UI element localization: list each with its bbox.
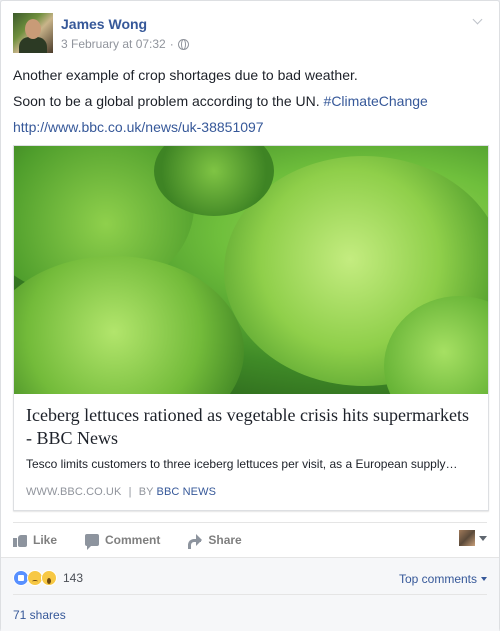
hashtag-link[interactable]: #ClimateChange (324, 93, 428, 109)
post-text-line-2-text: Soon to be a global problem according to… (13, 93, 324, 109)
chevron-down-icon[interactable] (469, 15, 487, 29)
source-separator: | (128, 486, 132, 498)
wow-reaction-icon (41, 570, 57, 586)
lettuce-image[interactable] (14, 146, 488, 394)
link-preview-card[interactable]: Iceberg lettuces rationed as vegetable c… (13, 145, 489, 511)
actions-divider (13, 522, 487, 523)
like-label: Like (33, 533, 58, 547)
link-card-by-label: BY (138, 486, 154, 498)
share-button[interactable]: Share (188, 533, 242, 549)
comment-icon (85, 534, 100, 550)
caret-down-icon (479, 535, 487, 541)
author-name[interactable]: James Wong (61, 16, 147, 32)
link-card-domain: WWW.BBC.CO.UK (26, 486, 122, 498)
thumbs-up-icon (13, 533, 27, 547)
share-label: Share (208, 533, 242, 547)
link-card-title[interactable]: Iceberg lettuces rationed as vegetable c… (26, 404, 476, 450)
share-arrow-icon (188, 534, 203, 549)
lettuce-leaf-3 (14, 256, 244, 394)
link-card-body: Iceberg lettuces rationed as vegetable c… (26, 404, 476, 472)
post-text-line-1: Another example of crop shortages due to… (13, 67, 358, 83)
like-button[interactable]: Like (13, 533, 57, 547)
comment-button[interactable]: Comment (85, 533, 161, 550)
reactions-summary: 143 Top comments 71 shares (1, 557, 499, 631)
post-text: Another example of crop shortages due to… (13, 65, 487, 143)
top-comments-dropdown[interactable]: Top comments (399, 572, 487, 586)
post-url-link[interactable]: http://www.bbc.co.uk/news/uk-38851097 (13, 119, 264, 135)
viewer-avatar (459, 530, 475, 546)
shares-count-link[interactable]: 71 shares (13, 608, 66, 622)
reaction-icons[interactable]: 143 (13, 570, 83, 586)
meta-separator: · (169, 37, 174, 51)
link-card-source: WWW.BBC.CO.UK | BY BBC NEWS (26, 486, 216, 498)
post-text-line-2: Soon to be a global problem according to… (13, 91, 487, 111)
shares-divider (13, 594, 487, 595)
link-card-by-name[interactable]: BBC NEWS (157, 486, 216, 498)
avatar-face (25, 19, 41, 39)
post-meta: 3 February at 07:32 · (61, 37, 189, 51)
feed-post: James Wong 3 February at 07:32 · Another… (0, 0, 500, 631)
globe-icon (177, 38, 189, 50)
reaction-count[interactable]: 143 (63, 571, 83, 585)
post-actions: Like Comment Share (13, 528, 487, 552)
post-as-selector[interactable] (459, 530, 487, 546)
post-url-line: http://www.bbc.co.uk/news/uk-38851097 (13, 117, 487, 137)
link-card-description: Tesco limits customers to three iceberg … (26, 457, 458, 471)
post-date[interactable]: 3 February at 07:32 (61, 37, 166, 51)
avatar-body (19, 37, 47, 53)
author-avatar[interactable] (13, 13, 53, 53)
comment-label: Comment (105, 533, 161, 547)
post-header: James Wong 3 February at 07:32 · (13, 13, 487, 55)
